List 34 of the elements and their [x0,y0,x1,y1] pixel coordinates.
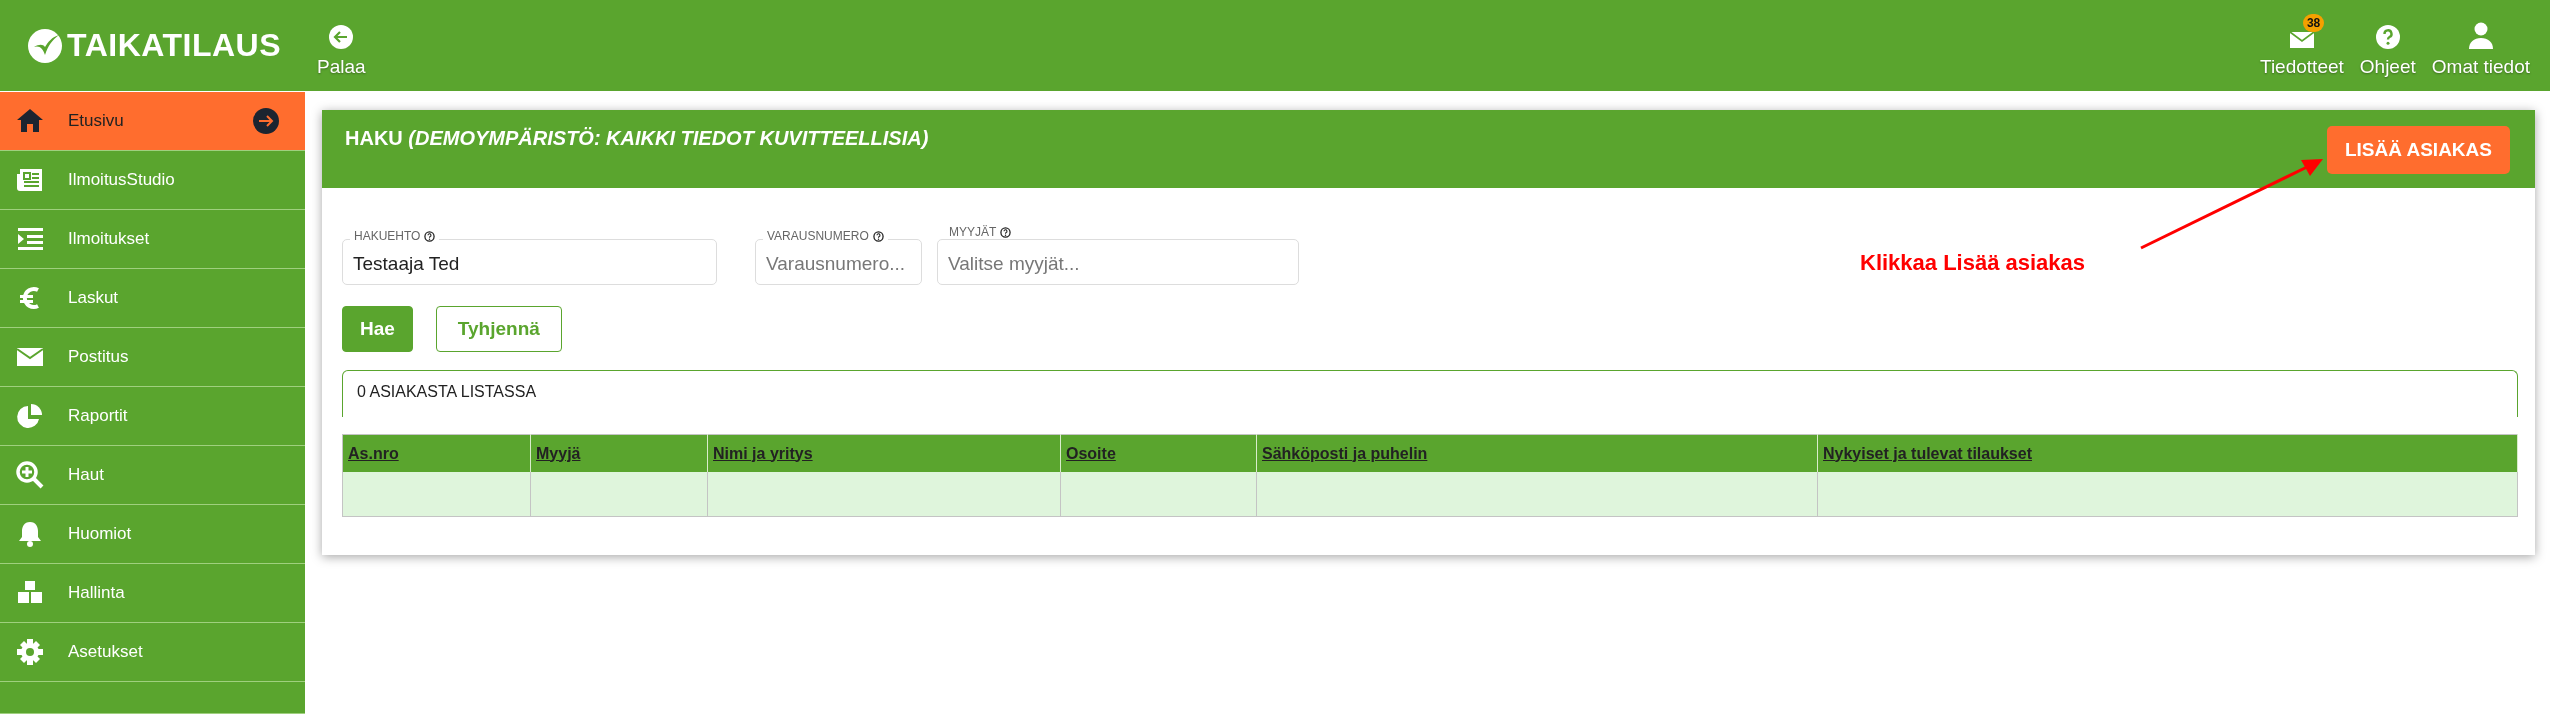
logo-icon [27,27,63,64]
pie-chart-icon [15,401,45,431]
gear-icon [15,637,45,667]
help-icon [1000,226,1012,238]
input-field[interactable]: Testaaja Ted [342,239,717,285]
column-header[interactable]: Myyjä [536,444,581,462]
column-header[interactable]: Nykyiset ja tulevat tilaukset [1823,444,2032,462]
envelope-icon [2288,29,2315,50]
count-badge: 38 [2302,13,2325,32]
result-count: 0 ASIAKASTA LISTASSA [342,370,2518,417]
add-customer-button[interactable]: LISÄÄ ASIAKAS [2326,126,2510,174]
column-header[interactable]: Osoite [1066,444,1116,462]
field-label: MYYJÄT [949,225,997,239]
sidebar-item[interactable]: Etusivu [0,92,305,151]
logo-text: TAIKATILAUS [67,27,282,64]
header-link[interactable]: Ohjeet [2359,13,2416,78]
column-header[interactable]: Nimi ja yritys [713,444,813,462]
column-header[interactable]: Sähköposti ja puhelin [1262,444,1428,462]
column-header[interactable]: As.nro [348,444,399,462]
zoom-in-icon [15,460,45,490]
user-icon [2467,21,2494,50]
help-icon [872,230,884,242]
card-title: HAKU (DEMOYMPÄRISTÖ: KAIKKI TIEDOT KUVITTEELLISIA) [345,127,929,150]
search-button[interactable]: Hae [342,306,413,352]
header-link[interactable]: Omat tiedot [2431,13,2530,78]
clear-button[interactable]: Tyhjennä [435,306,562,352]
input-field[interactable]: Valitse myyjät... [937,239,1299,285]
arrow-right-icon [253,108,279,134]
help-icon [2374,23,2401,50]
back-button[interactable]: Palaa [317,13,366,78]
input-field[interactable]: Varausnumero... [755,239,922,285]
annotation-text: Klikkaa Lisää asiakas [1860,250,2086,276]
help-icon [424,230,436,242]
header-link[interactable]: 38 Tiedotteet [2260,13,2344,78]
